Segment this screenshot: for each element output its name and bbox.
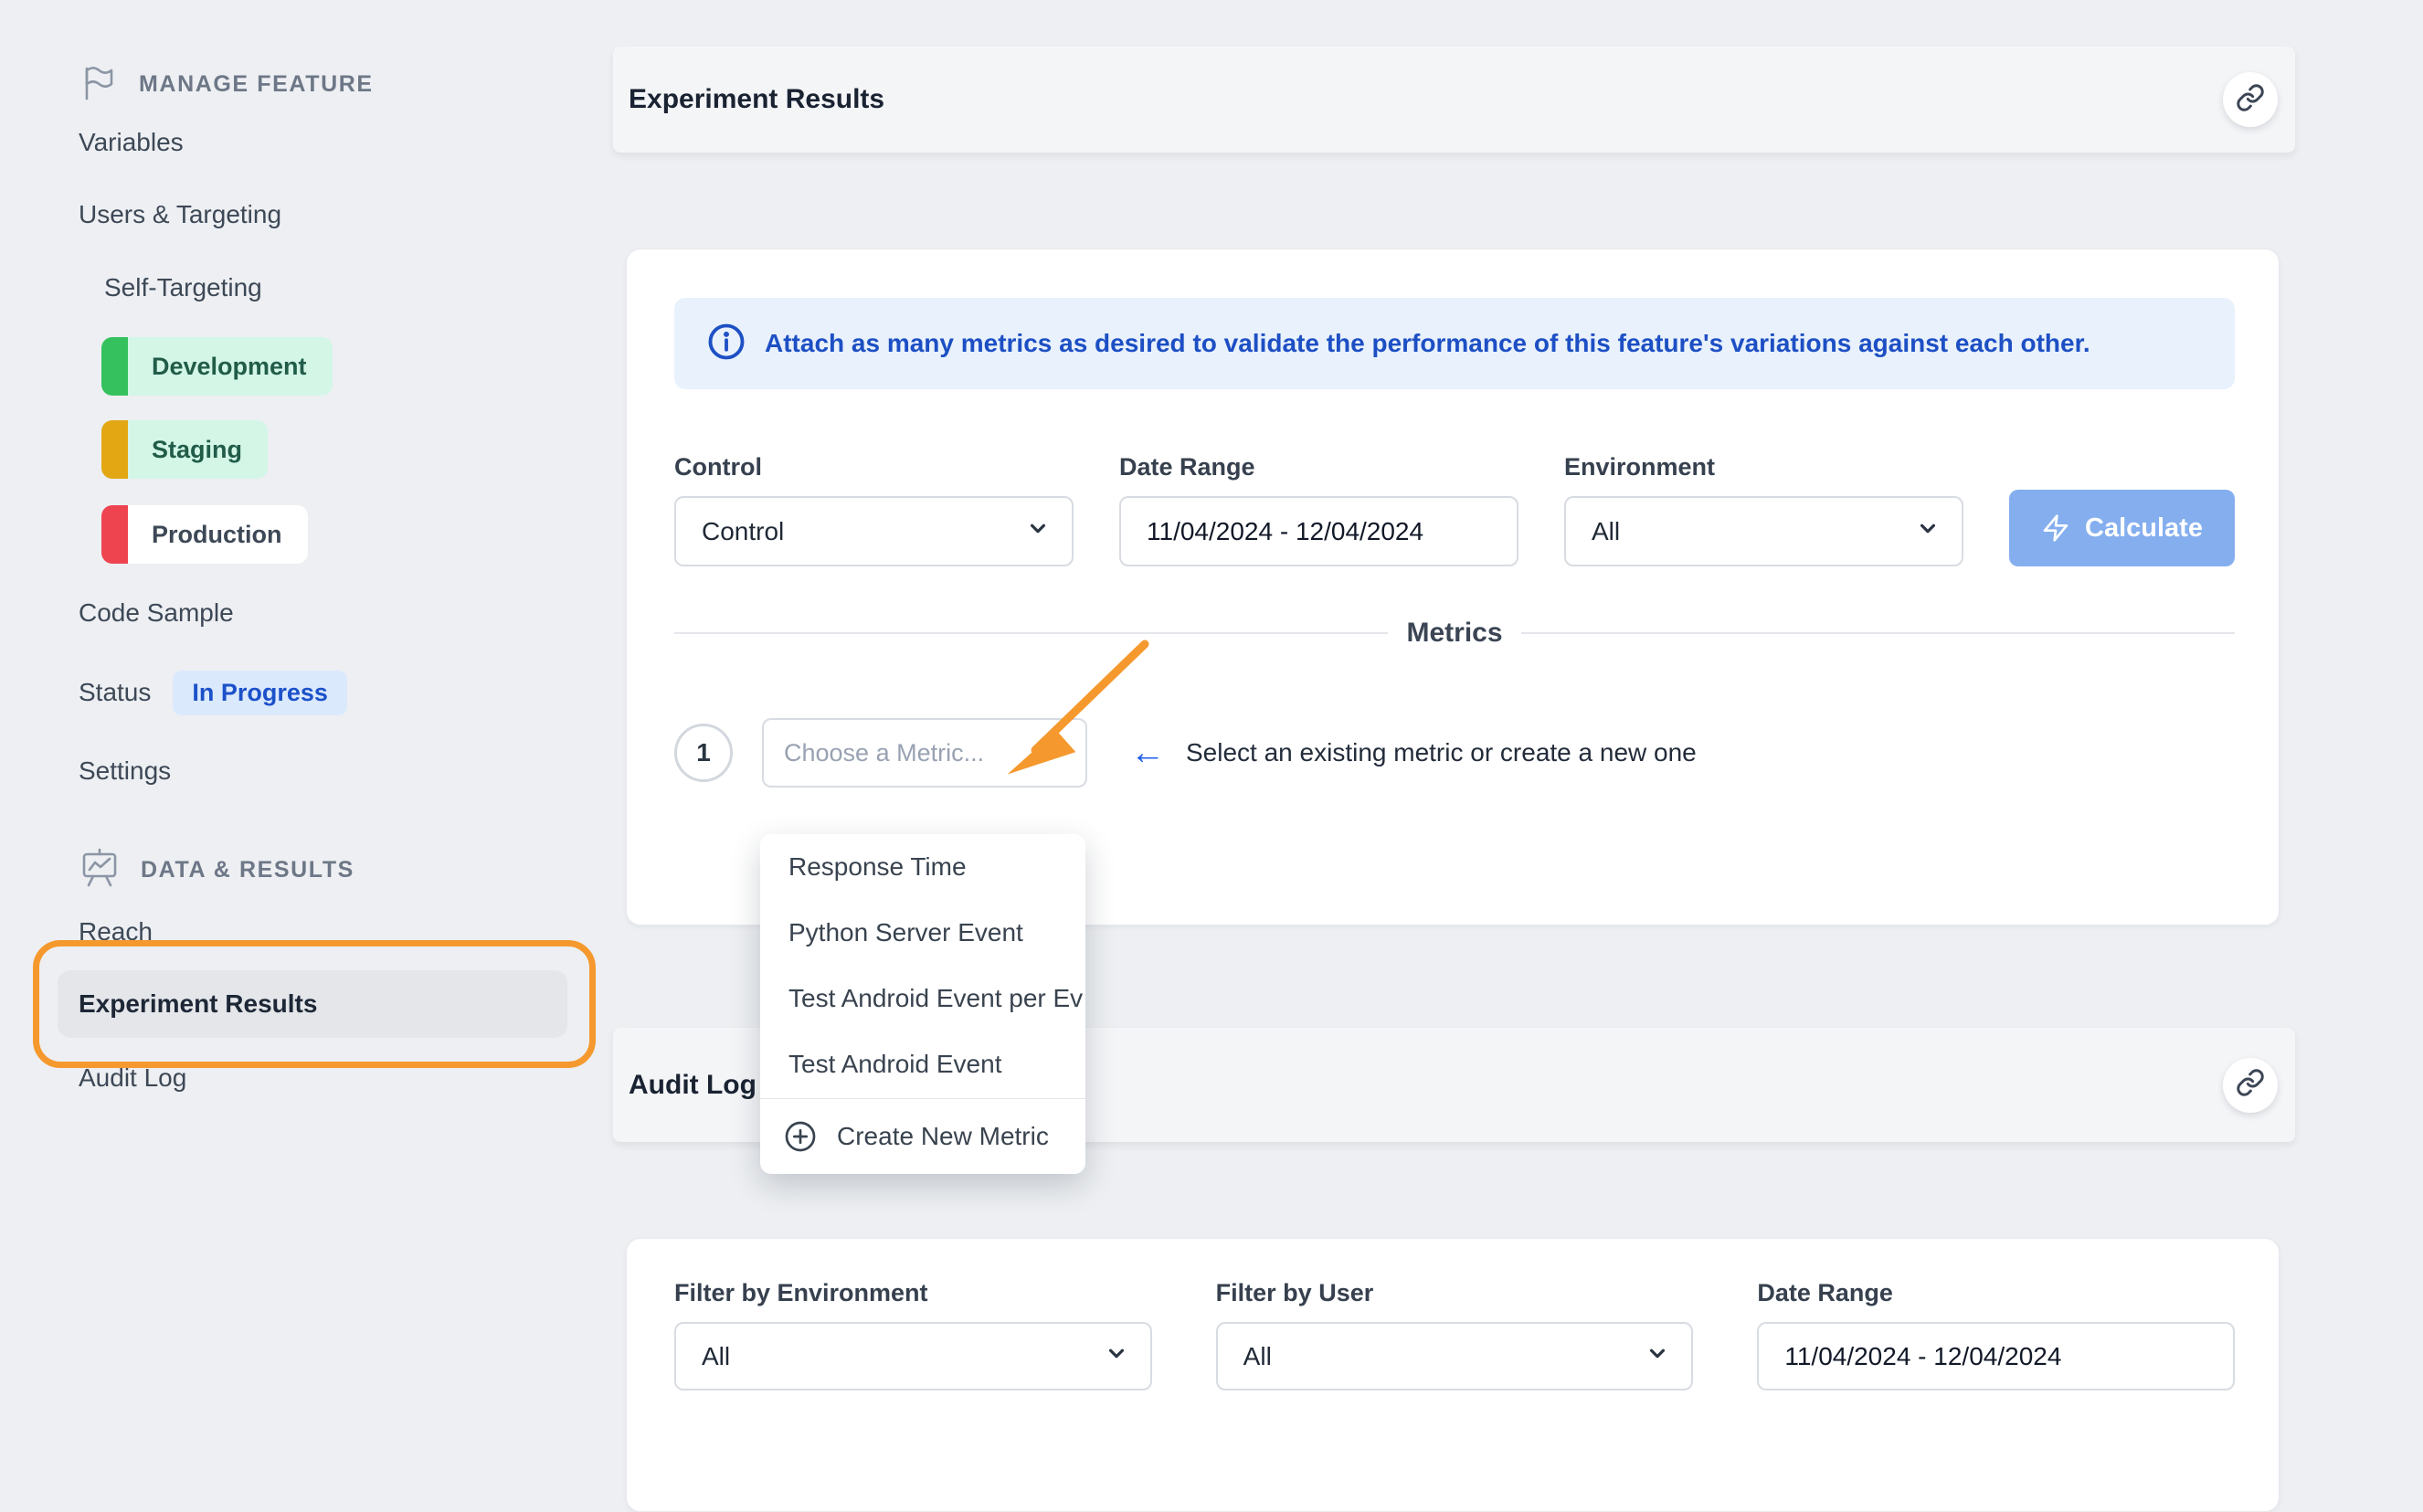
filter-environment-select[interactable]: All <box>674 1322 1152 1390</box>
controls-row: Control Control Date Range 11/04/2024 - … <box>674 453 2235 566</box>
staging-color-bar <box>101 420 128 479</box>
sidebar-section-data-results: DATA & RESULTS <box>79 846 354 894</box>
info-banner: Attach as many metrics as desired to val… <box>674 298 2235 389</box>
audit-date-range-label: Date Range <box>1757 1279 2235 1307</box>
metrics-heading: Metrics <box>1388 618 1520 649</box>
experiment-results-header-bar: Experiment Results <box>613 47 2295 153</box>
flag-icon <box>79 62 119 107</box>
chevron-down-icon <box>1042 736 1069 770</box>
link-icon <box>2236 1068 2265 1102</box>
sidebar-item-env-development[interactable]: Development <box>101 337 333 396</box>
control-label: Control <box>674 453 1074 481</box>
audit-date-range-input[interactable]: 11/04/2024 - 12/04/2024 <box>1757 1322 2235 1390</box>
audit-filters-row: Filter by Environment All Filter by User… <box>674 1279 2235 1390</box>
sidebar-item-status[interactable]: Status In Progress <box>79 667 347 718</box>
calculate-button[interactable]: Calculate <box>2009 490 2235 566</box>
sidebar-section-manage-feature: MANAGE FEATURE <box>79 62 374 107</box>
environment-select[interactable]: All <box>1564 496 1963 566</box>
chevron-down-icon <box>1024 514 1052 548</box>
chevron-down-icon <box>1103 1339 1130 1373</box>
info-banner-text: Attach as many metrics as desired to val… <box>765 329 2090 358</box>
audit-log-filters-card: Filter by Environment All Filter by User… <box>626 1238 2280 1512</box>
chevron-down-icon <box>1644 1339 1671 1373</box>
step-number-badge: 1 <box>674 724 733 782</box>
sidebar-item-self-targeting[interactable]: Self-Targeting <box>104 268 262 308</box>
status-badge: In Progress <box>173 671 347 715</box>
control-select[interactable]: Control <box>674 496 1074 566</box>
menu-item-response-time[interactable]: Response Time <box>760 834 1085 900</box>
production-label: Production <box>128 521 308 549</box>
filter-user-label: Filter by User <box>1216 1279 1694 1307</box>
metrics-divider: Metrics <box>674 618 2235 649</box>
copy-link-button[interactable] <box>2223 72 2278 127</box>
metric-helper: ← Select an existing metric or create a … <box>1130 735 1697 770</box>
filter-environment-label: Filter by Environment <box>674 1279 1152 1307</box>
audit-log-title: Audit Log <box>629 1070 757 1101</box>
sidebar-item-env-staging[interactable]: Staging <box>101 420 268 479</box>
sidebar-item-variables[interactable]: Variables <box>79 122 184 163</box>
info-icon <box>707 322 746 365</box>
staging-label: Staging <box>128 436 268 464</box>
sidebar-item-settings[interactable]: Settings <box>79 751 171 791</box>
environment-label: Environment <box>1564 453 1963 481</box>
presentation-chart-icon <box>79 846 121 894</box>
sidebar-item-experiment-results[interactable]: Experiment Results <box>58 970 567 1038</box>
chevron-down-icon <box>1914 514 1942 548</box>
link-icon <box>2236 83 2265 117</box>
menu-item-python-server-event[interactable]: Python Server Event <box>760 900 1085 966</box>
metric-dropdown-menu: Response Time Python Server Event Test A… <box>760 834 1085 1174</box>
menu-item-test-android-event[interactable]: Test Android Event <box>760 1031 1085 1097</box>
metric-row: 1 Choose a Metric... ← Select an existin… <box>674 718 2235 788</box>
page-title: Experiment Results <box>629 84 884 115</box>
sidebar-item-audit-log[interactable]: Audit Log <box>79 1058 186 1098</box>
plus-circle-icon <box>784 1120 817 1153</box>
sidebar-item-code-sample[interactable]: Code Sample <box>79 593 234 633</box>
sidebar-item-users-targeting[interactable]: Users & Targeting <box>79 195 281 235</box>
metric-select-placeholder: Choose a Metric... <box>784 739 984 767</box>
date-range-label: Date Range <box>1119 453 1518 481</box>
status-label: Status <box>79 678 151 707</box>
manage-feature-label: MANAGE FEATURE <box>139 71 374 98</box>
experiment-results-card: Attach as many metrics as desired to val… <box>626 248 2280 925</box>
copy-link-button[interactable] <box>2223 1058 2278 1113</box>
filter-user-select[interactable]: All <box>1216 1322 1694 1390</box>
metric-helper-text: Select an existing metric or create a ne… <box>1186 738 1697 767</box>
menu-item-test-android-event-per-ev[interactable]: Test Android Event per Ev <box>760 966 1085 1031</box>
data-results-label: DATA & RESULTS <box>141 857 354 883</box>
development-color-bar <box>101 337 128 396</box>
left-arrow-icon: ← <box>1130 735 1165 770</box>
create-new-metric-button[interactable]: Create New Metric <box>760 1099 1085 1174</box>
development-label: Development <box>128 353 333 381</box>
production-color-bar <box>101 505 128 564</box>
choose-metric-select[interactable]: Choose a Metric... <box>762 718 1087 788</box>
date-range-input[interactable]: 11/04/2024 - 12/04/2024 <box>1119 496 1518 566</box>
sidebar: MANAGE FEATURE Variables Users & Targeti… <box>0 0 612 1438</box>
sidebar-item-env-production[interactable]: Production <box>101 505 308 564</box>
lightning-icon <box>2041 513 2070 543</box>
